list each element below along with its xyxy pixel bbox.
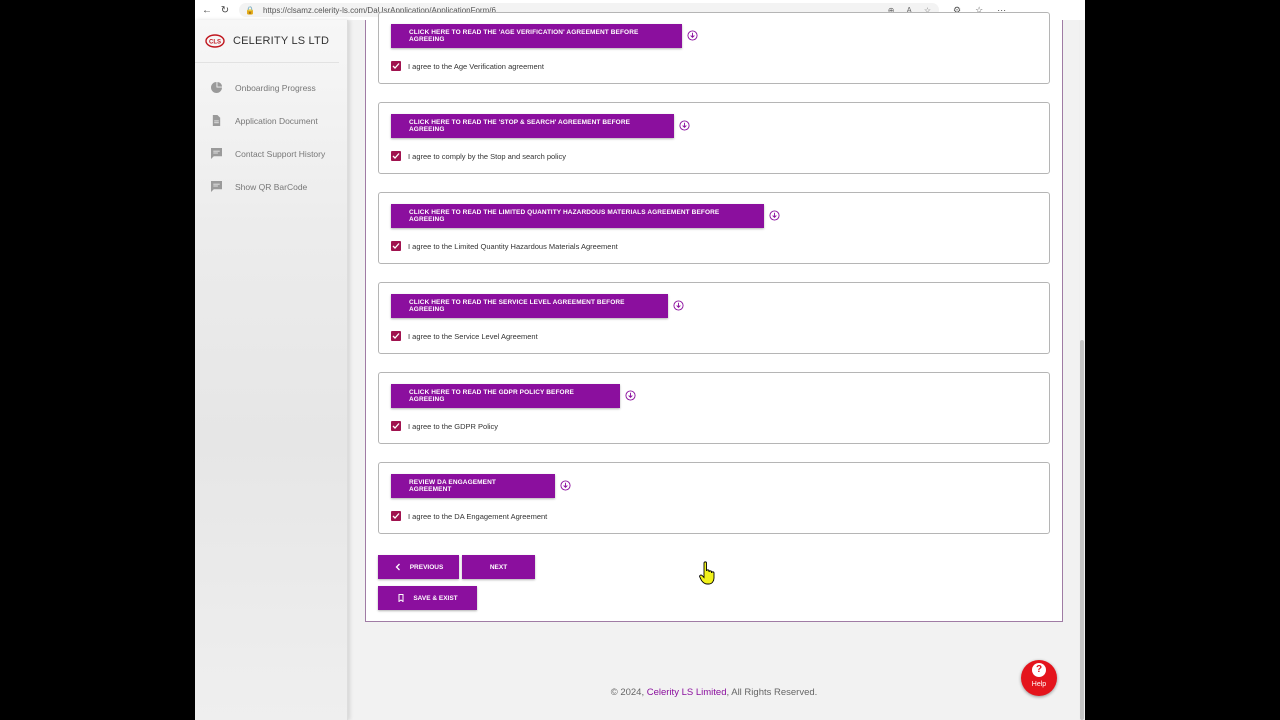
sidebar-item-application-document[interactable]: Application Document: [195, 104, 347, 137]
agreement-card-service-level: CLICK HERE TO READ THE SERVICE LEVEL AGR…: [378, 282, 1050, 354]
svg-text:CLS: CLS: [209, 40, 221, 46]
footer: © 2024, Celerity LS Limited, All Rights …: [365, 687, 1063, 698]
pie-chart-icon: [211, 82, 222, 93]
document-icon: [212, 115, 221, 126]
save-exit-label: SAVE & EXIST: [413, 594, 458, 602]
checkmark-icon: [392, 333, 400, 339]
sidebar-item-label: Contact Support History: [235, 148, 326, 159]
help-label: Help: [1031, 681, 1047, 688]
scrollbar-thumb[interactable]: [1080, 340, 1084, 720]
agreement-card-hazardous-materials: CLICK HERE TO READ THE LIMITED QUANTITY …: [378, 192, 1050, 264]
help-button[interactable]: ? Help: [1021, 660, 1057, 696]
scrollbar[interactable]: [1079, 20, 1085, 720]
checkbox-label: I agree to the GDPR Policy: [408, 421, 499, 431]
chat-icon: [211, 181, 222, 192]
da-engagement-checkbox[interactable]: [391, 511, 401, 521]
review-da-engagement-button[interactable]: REVIEW DA ENGAGEMENT AGREEMENT: [391, 474, 555, 498]
back-icon[interactable]: ←: [201, 5, 213, 16]
celerity-logo-icon: CLS: [205, 34, 225, 48]
read-stop-search-button[interactable]: CLICK HERE TO READ THE 'STOP & SEARCH' A…: [391, 114, 674, 138]
bookmark-icon: [398, 594, 404, 602]
sidebar-item-contact-support-history[interactable]: Contact Support History: [195, 137, 347, 170]
da-engagement-checkbox-row[interactable]: I agree to the DA Engagement Agreement: [391, 511, 547, 521]
agreement-card-age-verification: CLICK HERE TO READ THE 'AGE VERIFICATION…: [378, 12, 1050, 84]
next-button[interactable]: NEXT: [462, 555, 535, 579]
checkbox-label: I agree to the Age Verification agreemen…: [408, 61, 544, 71]
sidebar-item-label: Onboarding Progress: [235, 82, 316, 93]
gdpr-checkbox-row[interactable]: I agree to the GDPR Policy: [391, 421, 498, 431]
agreement-card-stop-search: CLICK HERE TO READ THE 'STOP & SEARCH' A…: [378, 102, 1050, 174]
download-icon[interactable]: [560, 480, 571, 491]
footer-suffix: , All Rights Reserved.: [726, 687, 818, 698]
refresh-icon[interactable]: ↻: [219, 5, 231, 16]
checkmark-icon: [392, 153, 400, 159]
sidebar-menu: Onboarding Progress Application Document…: [195, 71, 347, 203]
sidebar-item-label: Application Document: [235, 115, 318, 126]
download-icon[interactable]: [679, 120, 690, 131]
checkmark-icon: [392, 243, 400, 249]
stop-search-checkbox-row[interactable]: I agree to comply by the Stop and search…: [391, 151, 566, 161]
download-icon[interactable]: [769, 210, 780, 221]
checkbox-label: I agree to the Limited Quantity Hazardou…: [408, 241, 618, 251]
chevron-left-icon: [395, 563, 400, 571]
application-form: CLICK HERE TO READ THE 'AGE VERIFICATION…: [365, 12, 1063, 622]
previous-button[interactable]: PREVIOUS: [378, 555, 459, 579]
checkbox-label: I agree to comply by the Stop and search…: [408, 151, 567, 161]
checkmark-icon: [392, 423, 400, 429]
read-age-verification-button[interactable]: CLICK HERE TO READ THE 'AGE VERIFICATION…: [391, 24, 682, 48]
sidebar-item-show-qr-barcode[interactable]: Show QR BarCode: [195, 170, 347, 203]
download-icon[interactable]: [625, 390, 636, 401]
save-exit-button[interactable]: SAVE & EXIST: [378, 586, 477, 610]
previous-label: PREVIOUS: [409, 563, 444, 571]
stop-search-checkbox[interactable]: [391, 151, 401, 161]
question-icon: ?: [1032, 663, 1046, 677]
sidebar-item-onboarding-progress[interactable]: Onboarding Progress: [195, 71, 347, 104]
checkmark-icon: [392, 63, 400, 69]
hand-cursor-icon: [699, 561, 715, 585]
age-verification-checkbox-row[interactable]: I agree to the Age Verification agreemen…: [391, 61, 544, 71]
read-hazardous-materials-button[interactable]: CLICK HERE TO READ THE LIMITED QUANTITY …: [391, 204, 764, 228]
agreement-card-da-engagement: REVIEW DA ENGAGEMENT AGREEMENT I agree t…: [378, 462, 1050, 534]
checkbox-label: I agree to the Service Level Agreement: [408, 331, 538, 341]
checkbox-label: I agree to the DA Engagement Agreement: [408, 511, 548, 521]
next-label: NEXT: [489, 563, 508, 571]
lock-icon: 🔒: [245, 5, 255, 15]
read-gdpr-button[interactable]: CLICK HERE TO READ THE GDPR POLICY BEFOR…: [391, 384, 620, 408]
chat-icon: [211, 148, 222, 159]
download-icon[interactable]: [673, 300, 684, 311]
hazardous-materials-checkbox-row[interactable]: I agree to the Limited Quantity Hazardou…: [391, 241, 618, 251]
age-verification-checkbox[interactable]: [391, 61, 401, 71]
gdpr-checkbox[interactable]: [391, 421, 401, 431]
footer-company-link[interactable]: Celerity LS Limited: [647, 687, 727, 698]
sidebar-item-label: Show QR BarCode: [235, 181, 308, 192]
service-level-checkbox[interactable]: [391, 331, 401, 341]
sidebar: CLS CELERITY LS LTD Onboarding Progress …: [195, 20, 348, 720]
checkmark-icon: [392, 513, 400, 519]
download-icon[interactable]: [687, 30, 698, 41]
brand-name: CELERITY LS LTD: [233, 35, 330, 47]
app-screen: ← ↻ 🔒 https://clsamz.celerity-ls.com/DaU…: [195, 0, 1085, 720]
service-level-checkbox-row[interactable]: I agree to the Service Level Agreement: [391, 331, 538, 341]
agreement-card-gdpr: CLICK HERE TO READ THE GDPR POLICY BEFOR…: [378, 372, 1050, 444]
footer-prefix: © 2024,: [610, 687, 647, 698]
hazardous-materials-checkbox[interactable]: [391, 241, 401, 251]
read-service-level-button[interactable]: CLICK HERE TO READ THE SERVICE LEVEL AGR…: [391, 294, 668, 318]
brand[interactable]: CLS CELERITY LS LTD: [195, 20, 339, 63]
